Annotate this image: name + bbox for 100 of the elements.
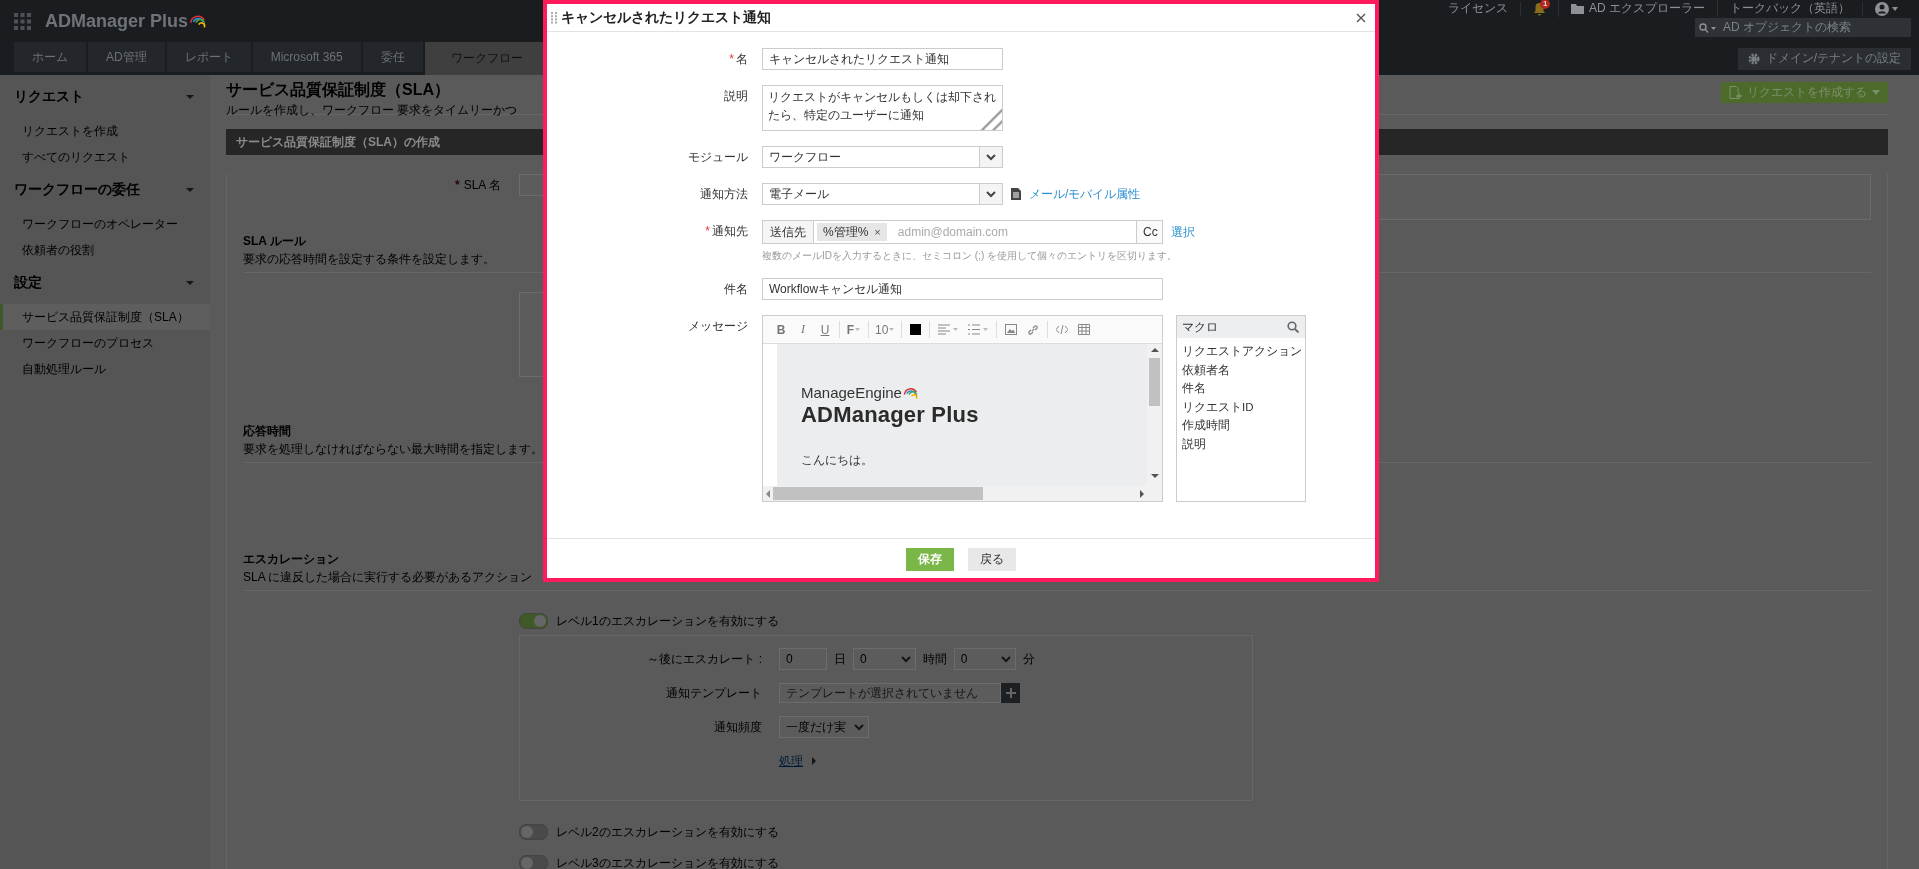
actions-link[interactable]: 処理 bbox=[779, 752, 803, 770]
toggle-label: レベル2のエスカレーションを有効にする bbox=[556, 823, 779, 841]
dropdown[interactable]: 電子メール bbox=[762, 183, 1003, 205]
sidebar-item[interactable]: ワークフローのオペレーター bbox=[0, 211, 210, 237]
greeting-text: こんにちは。 bbox=[801, 452, 874, 469]
underline-button[interactable]: U bbox=[814, 319, 836, 340]
days-field[interactable]: 0 bbox=[779, 648, 827, 670]
scrollbar-thumb[interactable] bbox=[1149, 358, 1160, 406]
macro-item[interactable]: 依頼者名 bbox=[1182, 360, 1300, 379]
field-label: 通知頻度 bbox=[713, 719, 762, 736]
notification-badge: 1 bbox=[1540, 0, 1551, 9]
user-icon[interactable] bbox=[1875, 1, 1899, 16]
message-editor[interactable]: B I U F 10 ManageEngine ADManager Plus こんにちは。 bbox=[762, 315, 1163, 502]
select-link[interactable]: 選択 bbox=[1171, 223, 1195, 241]
caret-icon bbox=[1872, 90, 1880, 95]
scroll-left-icon[interactable] bbox=[765, 489, 771, 498]
text-color-icon[interactable] bbox=[910, 324, 922, 335]
font-size-button[interactable]: 10 bbox=[872, 319, 899, 340]
sidebar-item[interactable]: 自動処理ルール bbox=[0, 356, 210, 382]
header-link[interactable]: ライセンス bbox=[1448, 0, 1508, 17]
bold-button[interactable]: B bbox=[770, 319, 792, 340]
table-icon[interactable] bbox=[1078, 324, 1091, 335]
field-label: 通知テンプレート bbox=[665, 685, 762, 702]
header-link[interactable]: トークバック（英語） bbox=[1730, 0, 1850, 17]
gear-icon bbox=[1747, 52, 1760, 65]
unit-label: 分 bbox=[1023, 650, 1036, 668]
nav-tab[interactable]: Microsoft 365 bbox=[252, 42, 361, 72]
close-icon bbox=[1356, 12, 1366, 23]
scroll-down-icon[interactable] bbox=[1150, 473, 1159, 479]
font-button[interactable]: F bbox=[843, 319, 865, 340]
page-subtitle: ルールを作成し、ワークフロー 要求をタイムリーかつ bbox=[226, 102, 518, 119]
toggle-switch[interactable] bbox=[519, 613, 548, 629]
hours-dropdown[interactable]: 0 bbox=[853, 648, 916, 670]
section-title: エスカレーション bbox=[243, 551, 339, 568]
sidebar-item[interactable]: すべてのリクエスト bbox=[0, 144, 210, 170]
macro-item[interactable]: 件名 bbox=[1182, 379, 1300, 398]
macro-item[interactable]: リクエストID bbox=[1182, 397, 1300, 416]
text-field[interactable]: キャンセルされたリクエスト通知 bbox=[762, 48, 1003, 70]
field-label: * 名 bbox=[728, 51, 748, 68]
macro-item[interactable]: リクエストアクション bbox=[1182, 342, 1300, 361]
minutes-dropdown[interactable]: 0 bbox=[953, 648, 1017, 670]
section-title: 応答時間 bbox=[243, 423, 291, 440]
cc-button[interactable]: Cc bbox=[1136, 221, 1162, 243]
hint-text: 複数のメールIDを入力するときに、セミコロン (;) を使用して個々のエントリを区切ります。 bbox=[762, 249, 1178, 263]
align-left-icon[interactable] bbox=[938, 324, 959, 335]
field-label: メッセージ bbox=[687, 318, 748, 335]
toggle-switch[interactable] bbox=[519, 824, 548, 840]
nav-tab[interactable]: ホーム bbox=[14, 42, 86, 72]
notification-button[interactable]: 1 bbox=[1533, 1, 1546, 16]
sidebar-heading[interactable]: ワークフローの委任 bbox=[14, 181, 140, 199]
remove-button[interactable]: × bbox=[874, 226, 881, 238]
header-link[interactable]: AD エクスプローラー bbox=[1589, 0, 1705, 17]
save-button[interactable]: 保存 bbox=[906, 548, 954, 571]
description-field[interactable]: リクエストがキャンセルもしくは却下されたら、特定のユーザーに通知 bbox=[762, 85, 1003, 131]
sidebar-item[interactable]: リクエストを作成 bbox=[0, 118, 210, 144]
italic-button[interactable]: I bbox=[792, 319, 814, 340]
caret-icon bbox=[855, 327, 862, 332]
toggle-switch[interactable] bbox=[519, 855, 548, 869]
attributes-link[interactable]: メール/モバイル属性 bbox=[1029, 185, 1141, 203]
link-icon[interactable] bbox=[1027, 323, 1040, 336]
sidebar-item[interactable]: ワークフローのプロセス bbox=[0, 330, 210, 356]
macro-item[interactable]: 説明 bbox=[1182, 434, 1300, 453]
nav-tab[interactable]: 委任 bbox=[362, 42, 423, 72]
macro-item[interactable]: 作成時間 bbox=[1182, 416, 1300, 435]
text-field[interactable]: Workflowキャンセル通知 bbox=[762, 278, 1163, 300]
scroll-up-icon[interactable] bbox=[1150, 347, 1159, 353]
nav-tab[interactable]: AD管理 bbox=[88, 42, 165, 72]
domain-settings-button[interactable]: ドメイン/テナントの設定 bbox=[1737, 47, 1911, 70]
code-icon[interactable] bbox=[1056, 325, 1069, 334]
nav-tab[interactable]: レポート bbox=[166, 42, 251, 72]
sidebar-item[interactable]: サービス品質保証制度（SLA） bbox=[0, 304, 210, 330]
add-button[interactable] bbox=[1001, 683, 1020, 703]
logo-swirl-icon bbox=[901, 385, 918, 401]
field-label: * 通知先 bbox=[704, 223, 748, 240]
back-button[interactable]: 戻る bbox=[968, 548, 1016, 571]
search-icon[interactable] bbox=[1287, 321, 1299, 333]
caret-icon bbox=[889, 327, 896, 332]
dropdown[interactable]: ワークフロー bbox=[762, 146, 1003, 168]
sidebar-heading[interactable]: 設定 bbox=[14, 274, 42, 292]
frequency-dropdown[interactable]: 一度だけ実 bbox=[779, 716, 869, 738]
app-grid-icon[interactable] bbox=[14, 12, 31, 30]
field-label: ～後にエスカレート : bbox=[646, 651, 762, 668]
folder-icon bbox=[1571, 3, 1584, 14]
list-icon[interactable] bbox=[968, 324, 989, 335]
brand-name: ManageEngine bbox=[801, 384, 902, 401]
close-button[interactable] bbox=[1356, 12, 1366, 23]
scroll-right-icon[interactable] bbox=[1139, 489, 1145, 498]
sidebar-heading[interactable]: リクエスト bbox=[14, 88, 84, 106]
scrollbar-thumb[interactable] bbox=[773, 487, 983, 500]
search-field[interactable]: AD オブジェクトの検索 bbox=[1695, 18, 1911, 37]
image-icon[interactable] bbox=[1005, 324, 1018, 335]
scrollbar[interactable] bbox=[1147, 344, 1162, 501]
section-description: SLA に違反した場合に実行する必要があるアクション bbox=[243, 569, 533, 586]
section-description: 要求の応答時間を設定する条件を設定します。 bbox=[243, 251, 495, 268]
recipient-field[interactable]: 送信先 %管理% × admin@domain.com Cc bbox=[762, 220, 1163, 244]
chevron-down-icon bbox=[854, 723, 864, 731]
sidebar-item[interactable]: 依頼者の役割 bbox=[0, 237, 210, 263]
drag-handle-icon[interactable] bbox=[551, 11, 557, 24]
scrollbar[interactable] bbox=[763, 486, 1147, 501]
chevron-down-icon bbox=[900, 655, 911, 663]
